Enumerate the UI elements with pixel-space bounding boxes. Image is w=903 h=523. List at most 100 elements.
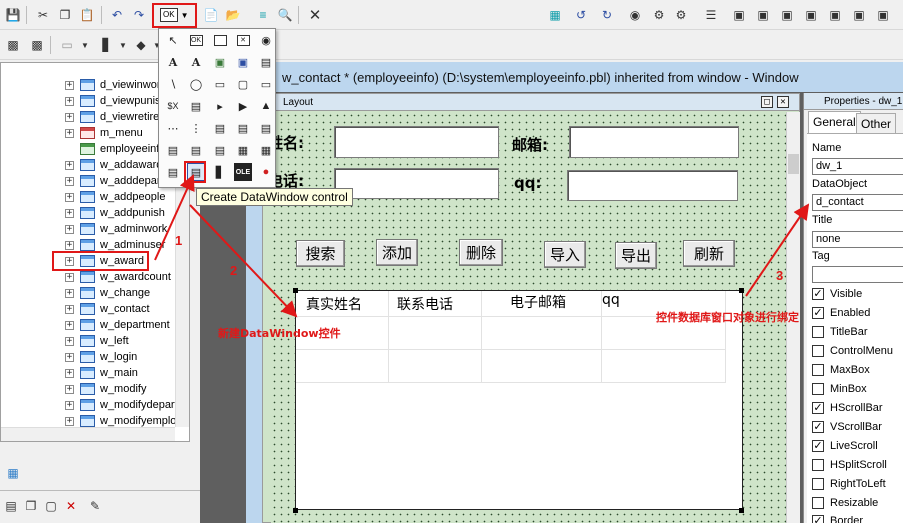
phone-field[interactable]: [334, 168, 499, 199]
expand-icon[interactable]: +: [65, 112, 74, 122]
livescroll-checkbox[interactable]: ✓ LiveScroll: [812, 438, 878, 454]
expand-icon[interactable]: +: [65, 272, 74, 282]
expand-icon[interactable]: +: [65, 208, 74, 218]
monthcalendar-icon[interactable]: ▦: [234, 141, 252, 159]
listview-icon[interactable]: ▤: [164, 141, 182, 159]
qq-field[interactable]: [567, 170, 738, 201]
oval-icon[interactable]: ◯: [187, 75, 205, 93]
chevron-down-icon[interactable]: ▼: [114, 36, 132, 54]
email-field[interactable]: [569, 126, 739, 158]
checkbox-box[interactable]: [812, 459, 824, 471]
function-painter-icon[interactable]: ▣: [874, 6, 892, 24]
add-button[interactable]: 添加: [376, 239, 418, 266]
menu-painter-icon[interactable]: ▣: [850, 6, 868, 24]
name-field[interactable]: [334, 126, 499, 158]
expand-icon[interactable]: +: [65, 400, 74, 410]
groupbox-icon[interactable]: ▤: [257, 53, 275, 71]
userobject-icon[interactable]: ▤: [164, 163, 182, 181]
window-painter-icon[interactable]: ▣: [802, 6, 820, 24]
titlebar-checkbox[interactable]: TitleBar: [812, 324, 868, 340]
new-icon[interactable]: ▤: [2, 497, 20, 515]
new-object-icon[interactable]: 📄: [202, 6, 220, 24]
checkbox-box[interactable]: ✓: [812, 402, 824, 414]
selection-handle[interactable]: [293, 288, 298, 293]
dropdownlistbox-icon[interactable]: ▤: [257, 119, 275, 137]
close-icon[interactable]: ✕: [306, 6, 324, 24]
hprogressbar-icon[interactable]: ▶: [234, 97, 252, 115]
righttoleft-checkbox[interactable]: RightToLeft: [812, 476, 886, 492]
search-binoculars-icon[interactable]: ◉: [626, 6, 644, 24]
expand-icon[interactable]: +: [65, 304, 74, 314]
expand-icon[interactable]: +: [65, 336, 74, 346]
multilineedit-icon[interactable]: ▤: [187, 97, 205, 115]
replace-icon[interactable]: ⚙: [672, 6, 690, 24]
vscrollbar-icon[interactable]: ▲: [257, 97, 275, 115]
close-icon[interactable]: ✕: [777, 96, 789, 108]
expand-icon[interactable]: +: [65, 416, 74, 426]
graph-icon[interactable]: ▋: [211, 163, 229, 181]
expand-icon[interactable]: +: [65, 288, 74, 298]
checkbox-box[interactable]: [812, 326, 824, 338]
dataobject-property-field[interactable]: d_contact: [812, 194, 903, 211]
selection-handle[interactable]: [739, 508, 744, 513]
copy-object-icon[interactable]: ❐: [22, 497, 40, 515]
tree-item[interactable]: + w_addpeople: [1, 189, 189, 205]
picture-button-icon[interactable]: [211, 31, 229, 49]
minbox-checkbox[interactable]: MinBox: [812, 381, 867, 397]
import-button[interactable]: 导入: [544, 241, 586, 268]
expand-icon[interactable]: +: [65, 176, 74, 186]
delete-icon[interactable]: ✕: [62, 497, 80, 515]
preview-icon[interactable]: 🔍: [276, 6, 294, 24]
tree-item[interactable]: + w_department: [1, 317, 189, 333]
cut-icon[interactable]: ✂: [34, 6, 52, 24]
expand-icon[interactable]: +: [65, 192, 74, 202]
tree-item[interactable]: + w_left: [1, 333, 189, 349]
layout-icon[interactable]: ▦: [546, 6, 564, 24]
tree-item[interactable]: + w_change: [1, 285, 189, 301]
size-icon[interactable]: ▩: [28, 36, 46, 54]
tree-item[interactable]: + w_modify: [1, 381, 189, 397]
vtrackbar-icon[interactable]: ⋮: [187, 119, 205, 137]
picture-hyperlink-icon[interactable]: ▣: [234, 53, 252, 71]
static-text-icon[interactable]: A: [164, 53, 182, 71]
tab-order-icon[interactable]: ≡: [254, 6, 272, 24]
hscrollbar-checkbox[interactable]: ✓ HScrollBar: [812, 400, 883, 416]
copy-icon[interactable]: ❐: [56, 6, 74, 24]
controlmenu-checkbox[interactable]: ControlMenu: [812, 343, 893, 359]
vscrollbar-checkbox[interactable]: ✓ VScrollBar: [812, 419, 882, 435]
visible-checkbox[interactable]: ✓ Visible: [812, 286, 862, 302]
checkbox-control-icon[interactable]: ✕: [234, 31, 252, 49]
rectangle-icon[interactable]: ▭: [211, 75, 229, 93]
datawindow-painter-icon[interactable]: ▣: [826, 6, 844, 24]
tree-item[interactable]: + w_awardcount: [1, 269, 189, 285]
radio-button-icon[interactable]: ◉: [257, 31, 275, 49]
tree-item[interactable]: + w_contact: [1, 301, 189, 317]
delete-button[interactable]: 删除: [459, 239, 503, 266]
find-icon[interactable]: ⚙: [650, 6, 668, 24]
checkbox-box[interactable]: ✓: [812, 288, 824, 300]
hsplitscroll-checkbox[interactable]: HSplitScroll: [812, 457, 887, 473]
checkbox-box[interactable]: [812, 364, 824, 376]
expand-icon[interactable]: +: [65, 160, 74, 170]
tree-horizontal-scrollbar[interactable]: [1, 427, 175, 441]
expand-icon[interactable]: +: [65, 80, 74, 90]
checkbox-box[interactable]: ✓: [812, 515, 824, 523]
resizable-checkbox[interactable]: Resizable: [812, 495, 878, 511]
restore-icon[interactable]: □: [761, 96, 773, 108]
expand-icon[interactable]: +: [65, 384, 74, 394]
expand-icon[interactable]: +: [65, 240, 74, 250]
object-view-icon[interactable]: ▦: [4, 464, 22, 482]
chevron-down-icon[interactable]: ▼: [76, 36, 94, 54]
enabled-checkbox[interactable]: ✓ Enabled: [812, 305, 870, 321]
export-button[interactable]: 导出: [615, 242, 657, 269]
tab-control-icon[interactable]: ▤: [211, 141, 229, 159]
editmask-icon[interactable]: $X: [164, 97, 182, 115]
search-button[interactable]: 搜索: [296, 240, 345, 267]
datepicker-icon[interactable]: ▦: [257, 141, 275, 159]
checkbox-box[interactable]: [812, 345, 824, 357]
tab-general[interactable]: General: [808, 111, 861, 133]
line-icon[interactable]: ∖: [164, 75, 182, 93]
library-icon[interactable]: ☰: [702, 6, 720, 24]
tab-other[interactable]: Other: [856, 113, 897, 133]
roundrectangle-icon[interactable]: ▢: [234, 75, 252, 93]
